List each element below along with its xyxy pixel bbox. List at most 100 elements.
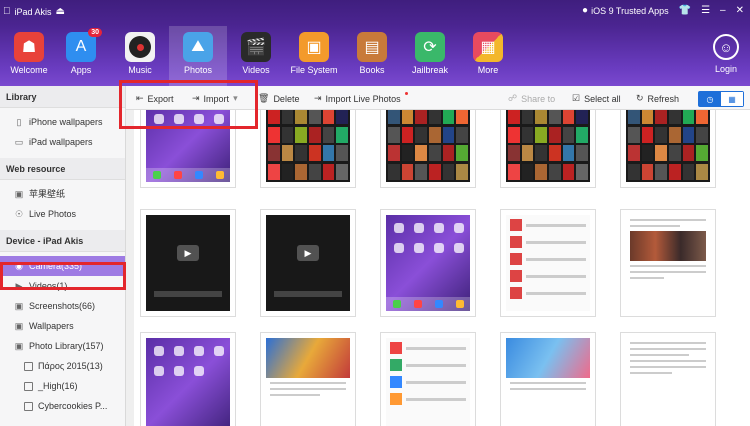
nav-label: More bbox=[477, 65, 499, 75]
nav-jailbreak[interactable]: ⟳ Jailbreak bbox=[401, 32, 459, 75]
photo-thumbnail[interactable] bbox=[140, 110, 236, 188]
photo-image bbox=[506, 338, 590, 426]
export-label: Export bbox=[147, 93, 174, 104]
photo-thumbnail[interactable] bbox=[500, 209, 596, 317]
store-icon: ☗ bbox=[14, 32, 44, 62]
title-bar:  iPad Akis ⏏ ● iOS 9 Trusted Apps 👕 ☰ –… bbox=[0, 0, 750, 26]
photo-thumbnail[interactable] bbox=[380, 209, 476, 317]
sidebar: Library ▯ iPhone wallpapers ▭ iPad wallp… bbox=[0, 86, 126, 426]
select-all-button[interactable]: ☑ Select all bbox=[572, 93, 621, 104]
sidebar-item-photo-library[interactable]: ▣ Photo Library(157) bbox=[0, 336, 125, 356]
photo-image bbox=[266, 110, 350, 182]
nav-more[interactable]: ▦ More bbox=[459, 32, 517, 75]
photo-thumbnail[interactable] bbox=[380, 110, 476, 188]
sidebar-item-label: 苹果壁纸 bbox=[29, 189, 66, 199]
select-all-label: Select all bbox=[584, 93, 621, 104]
refresh-button[interactable]: ↻ Refresh bbox=[636, 93, 679, 104]
photo-image bbox=[386, 215, 470, 311]
nav-books[interactable]: ▤ Books bbox=[343, 32, 401, 75]
photo-thumbnail[interactable] bbox=[500, 332, 596, 426]
device-name[interactable]: iPad Akis bbox=[15, 7, 52, 17]
nav-label: Music bbox=[128, 65, 152, 75]
nav-welcome[interactable]: ☗ Welcome bbox=[0, 32, 58, 75]
sidebar-item-label: Live Photos bbox=[29, 209, 77, 219]
export-button[interactable]: ⇤ Export bbox=[136, 93, 174, 104]
video-thumbnail[interactable]: ▶ bbox=[260, 209, 356, 317]
share-label: Share to bbox=[521, 93, 556, 104]
login-label: Login bbox=[714, 64, 738, 74]
photo-thumbnail[interactable] bbox=[140, 332, 236, 426]
photo-thumbnail[interactable] bbox=[620, 110, 716, 188]
import-live-photos-button[interactable]: ⇥ Import Live Photos bbox=[314, 92, 408, 104]
library-header: Library bbox=[0, 86, 125, 108]
video-thumbnail[interactable]: ▶ bbox=[140, 209, 236, 317]
sidebar-item-videos[interactable]: ▶ Videos(1) bbox=[0, 276, 125, 296]
timeline-view-icon[interactable]: ◷ bbox=[699, 92, 721, 106]
sidebar-item-album-cybercookies[interactable]: Cybercookies P... bbox=[0, 396, 125, 416]
user-icon: ☺ bbox=[713, 34, 739, 60]
sidebar-item-label: iPad wallpapers bbox=[29, 137, 93, 147]
trusted-apps-label: iOS 9 Trusted Apps bbox=[591, 6, 669, 16]
delete-button[interactable]: 🗑 Delete bbox=[258, 93, 299, 104]
photo-image bbox=[386, 110, 470, 182]
menu-icon[interactable]: ☰ bbox=[701, 6, 710, 16]
nav-label: Jailbreak bbox=[411, 65, 449, 75]
photo-thumbnail[interactable] bbox=[620, 209, 716, 317]
trusted-icon: ● bbox=[582, 5, 589, 16]
nav-label: Welcome bbox=[10, 65, 48, 75]
sidebar-item-ipad-wallpapers[interactable]: ▭ iPad wallpapers bbox=[0, 132, 125, 152]
grid-view-icon[interactable]: ▦ bbox=[721, 92, 743, 106]
web-resource-header: Web resource bbox=[0, 158, 125, 180]
phone-icon: ▯ bbox=[16, 117, 22, 127]
folder-icon bbox=[24, 361, 33, 371]
import-button[interactable]: ⇥ Import ▾ bbox=[192, 93, 238, 104]
sidebar-item-label: Πάρος 2015(13) bbox=[38, 361, 103, 371]
sidebar-item-label: Wallpapers bbox=[29, 321, 74, 331]
sidebar-item-apple-wallpapers[interactable]: ▣ 苹果壁纸 bbox=[0, 184, 125, 204]
wallpaper-icon: ▣ bbox=[14, 321, 24, 331]
tablet-icon: ▭ bbox=[14, 137, 24, 147]
sidebar-item-live-photos[interactable]: ☉ Live Photos bbox=[0, 204, 125, 224]
nav-file-system[interactable]: ▣ File System bbox=[285, 32, 343, 75]
refresh-icon: ↻ bbox=[636, 93, 644, 103]
import-live-label: Import Live Photos bbox=[325, 93, 401, 104]
close-icon[interactable]: ✕ bbox=[736, 6, 744, 16]
nav-music[interactable]: Music bbox=[111, 32, 169, 75]
sidebar-item-iphone-wallpapers[interactable]: ▯ iPhone wallpapers bbox=[0, 112, 125, 132]
sidebar-item-label: Videos(1) bbox=[29, 281, 68, 291]
photo-image bbox=[146, 110, 230, 182]
sidebar-item-camera[interactable]: ◉ Camera(335) bbox=[0, 256, 125, 276]
eject-icon[interactable]: ⏏ bbox=[56, 7, 65, 17]
photo-thumbnail[interactable] bbox=[260, 110, 356, 188]
minimize-icon[interactable]: – bbox=[720, 6, 726, 16]
sidebar-item-wallpapers[interactable]: ▣ Wallpapers bbox=[0, 316, 125, 336]
checkbox-icon: ☑ bbox=[572, 93, 581, 103]
sidebar-item-album-paros[interactable]: Πάρος 2015(13) bbox=[0, 356, 125, 376]
sidebar-item-album-high[interactable]: _High(16) bbox=[0, 376, 125, 396]
folder-icon bbox=[24, 381, 33, 391]
photo-thumbnail[interactable] bbox=[620, 332, 716, 426]
photo-thumbnail[interactable] bbox=[380, 332, 476, 426]
sidebar-item-label: Photo Library(157) bbox=[29, 341, 104, 351]
scrollbar[interactable] bbox=[126, 110, 134, 426]
login-button[interactable]: ☺ Login bbox=[706, 34, 746, 74]
new-dot-icon bbox=[404, 92, 408, 95]
nav-label: Books bbox=[359, 65, 385, 75]
photo-image bbox=[626, 215, 710, 311]
photo-thumbnail[interactable] bbox=[260, 332, 356, 426]
books-icon: ▤ bbox=[357, 32, 387, 62]
trusted-apps-link[interactable]: ● iOS 9 Trusted Apps bbox=[582, 5, 669, 17]
video-image: ▶ bbox=[266, 215, 350, 311]
video-image: ▶ bbox=[146, 215, 230, 311]
nav-photos[interactable]: ⛰ Photos bbox=[169, 26, 227, 86]
nav-apps[interactable]: A 30 Apps bbox=[52, 28, 110, 75]
nav-videos[interactable]: 🎬 Videos bbox=[227, 32, 285, 75]
nav-label: Apps bbox=[70, 65, 92, 75]
photo-thumbnail[interactable] bbox=[500, 110, 596, 188]
shirt-icon[interactable]: 👕 bbox=[679, 6, 691, 16]
sidebar-item-screenshots[interactable]: ▣ Screenshots(66) bbox=[0, 296, 125, 316]
sidebar-item-label: Cybercookies P... bbox=[38, 401, 108, 411]
photo-image bbox=[626, 110, 710, 182]
share-button[interactable]: ☍ Share to bbox=[508, 93, 555, 104]
folder-icon: ▣ bbox=[299, 32, 329, 62]
